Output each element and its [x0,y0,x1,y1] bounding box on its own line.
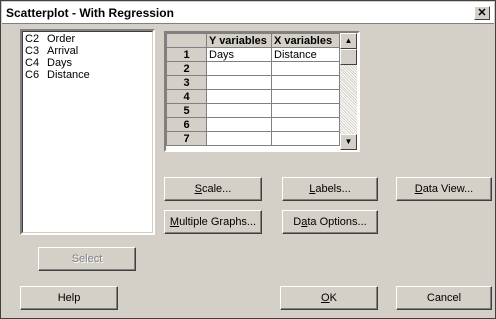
data-view-mnemonic: D [414,183,423,195]
ok-label: K [329,292,337,304]
row-number: 1 [166,47,207,62]
multiple-graphs-mnemonic: M [169,216,180,228]
table-row: 4 [166,89,340,104]
grid-header-row: Y variables X variables [166,33,340,48]
column-name: Order [47,33,76,45]
list-item[interactable]: C4 Days [25,57,72,69]
grid-corner [166,33,207,48]
table-row: 7 [166,131,340,146]
table-row: 1 Days Distance [166,47,340,62]
cancel-button[interactable]: Cancel [396,286,492,310]
column-name: Distance [47,69,90,81]
scroll-up-icon[interactable]: ▲ [340,33,357,49]
y-variable-cell[interactable]: Days [206,47,272,62]
labels-label: abels... [315,183,351,195]
variables-grid: Y variables X variables 1 Days Distance … [164,31,360,152]
y-variables-header: Y variables [206,33,272,48]
x-variable-cell[interactable]: Distance [271,47,340,62]
x-variable-cell[interactable] [271,103,340,118]
labels-button[interactable]: Labels... [282,177,378,201]
data-view-button[interactable]: Data View... [396,177,492,201]
x-variable-cell[interactable] [271,61,340,76]
grid-scrollbar[interactable]: ▲ ▼ [340,33,357,150]
column-name: Days [47,57,73,69]
scale-label: cale... [201,183,232,195]
table-row: 3 [166,75,340,90]
help-button[interactable]: Help [20,286,118,310]
scale-mnemonic: S [194,183,202,195]
table-row: 5 [166,103,340,118]
close-icon[interactable]: ✕ [474,6,490,20]
row-number: 3 [166,75,207,90]
column-id: C3 [25,45,40,57]
y-variable-cell[interactable] [206,131,272,146]
data-options-button[interactable]: Data Options... [282,210,378,234]
x-variable-cell[interactable] [271,131,340,146]
x-variables-header: X variables [271,33,340,48]
column-name: Arrival [47,45,79,57]
scale-button[interactable]: Scale... [164,177,262,201]
table-row: 6 [166,117,340,132]
scroll-thumb[interactable] [340,49,357,65]
y-variable-cell[interactable] [206,103,272,118]
table-row: 2 [166,61,340,76]
list-item[interactable]: C3 Arrival [25,45,78,57]
data-options-label: ta Options... [307,216,367,228]
y-variable-cell[interactable] [206,117,272,132]
column-id: C2 [25,33,40,45]
y-variable-cell[interactable] [206,61,272,76]
scatterplot-dialog: Scatterplot - With Regression ✕ C2 Order … [0,0,496,319]
row-number: 4 [166,89,207,104]
row-number: 7 [166,131,207,146]
scroll-track[interactable] [340,65,357,134]
x-variable-cell[interactable] [271,117,340,132]
variable-list[interactable]: C2 Order C3 Arrival C4 Days C6 Distance [20,29,155,235]
multiple-graphs-label: ultiple Graphs... [179,216,257,228]
column-id: C6 [25,69,40,81]
column-id: C4 [25,57,40,69]
y-variable-cell[interactable] [206,89,272,104]
select-button[interactable]: Select [38,247,136,271]
list-item[interactable]: C6 Distance [25,69,90,81]
ok-button[interactable]: OK [280,286,378,310]
x-variable-cell[interactable] [271,75,340,90]
row-number: 5 [166,103,207,118]
x-variable-cell[interactable] [271,89,340,104]
dialog-title: Scatterplot - With Regression [6,6,174,20]
row-number: 2 [166,61,207,76]
row-number: 6 [166,117,207,132]
y-variable-cell[interactable] [206,75,272,90]
data-view-label: ata View... [422,183,474,195]
list-item[interactable]: C2 Order [25,33,75,45]
title-bar: Scatterplot - With Regression ✕ [2,2,494,24]
ok-mnemonic: O [321,292,330,304]
multiple-graphs-button[interactable]: Multiple Graphs... [164,210,262,234]
scroll-down-icon[interactable]: ▼ [340,134,357,150]
